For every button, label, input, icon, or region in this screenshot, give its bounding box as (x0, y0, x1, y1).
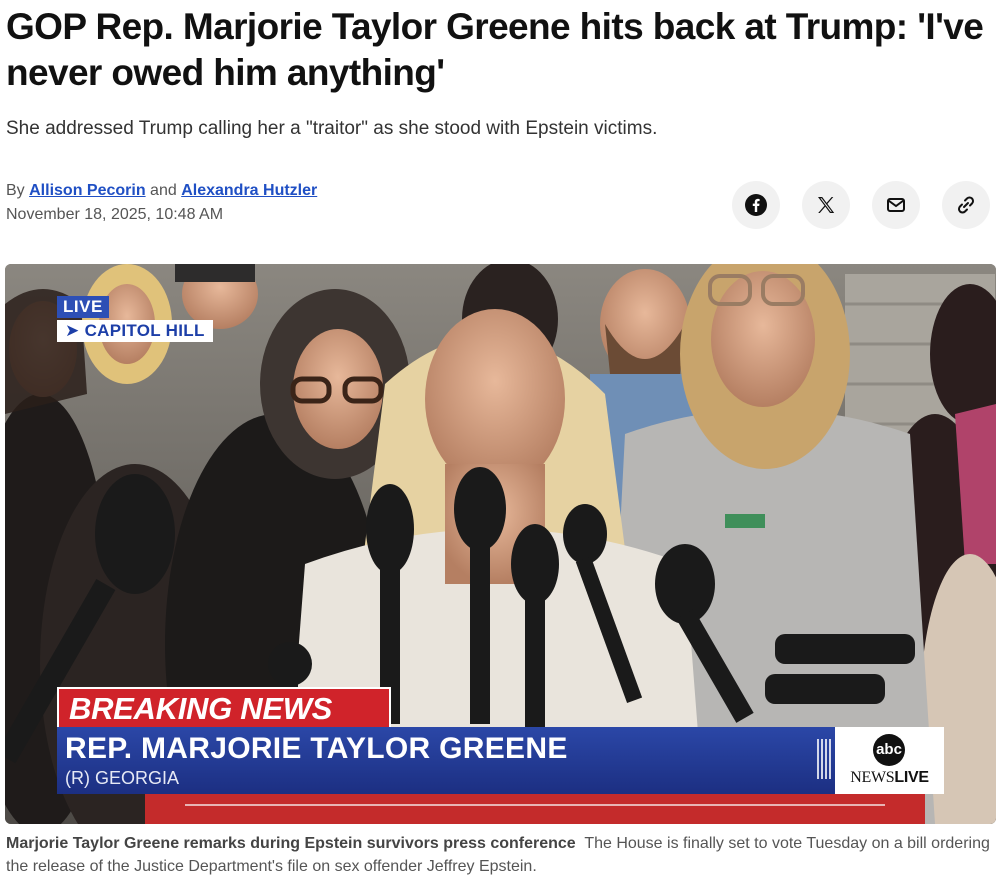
lower-third-name: REP. MARJORIE TAYLOR GREENE (65, 732, 568, 765)
live-badge: LIVE (57, 296, 109, 318)
location-badge: ➤ CAPITOL HILL (57, 320, 213, 342)
breaking-news-banner: BREAKING NEWS (57, 687, 391, 727)
image-caption: Marjorie Taylor Greene remarks during Ep… (6, 832, 996, 878)
caption-title: Marjorie Taylor Greene remarks during Ep… (6, 835, 576, 852)
link-icon (957, 196, 975, 214)
mail-icon (887, 198, 905, 212)
podium-sign (145, 794, 925, 824)
lower-third: REP. MARJORIE TAYLOR GREENE (R) GEORGIA (57, 727, 835, 794)
copy-link-button[interactable] (942, 181, 990, 229)
news-live-wordmark: NEWSLIVE (835, 768, 944, 788)
article-headline: GOP Rep. Marjorie Taylor Greene hits bac… (6, 6, 984, 93)
abc-logo-icon: abc (873, 734, 905, 766)
facebook-icon (745, 194, 767, 216)
article-subheadline: She addressed Trump calling her a "trait… (6, 118, 658, 139)
live-word: LIVE (894, 769, 929, 786)
x-icon (818, 197, 835, 213)
byline-joiner: and (150, 182, 177, 199)
video-player[interactable]: LIVE ➤ CAPITOL HILL BREAKING NEWS REP. M… (5, 264, 996, 824)
byline-prefix: By (6, 182, 25, 199)
news-word: NEWS (850, 769, 895, 786)
live-indicator: LIVE ➤ CAPITOL HILL (57, 296, 213, 342)
network-logo: abc NEWSLIVE (835, 727, 944, 794)
byline: By Allison Pecorin and Alexandra Hutzler (6, 180, 317, 202)
lower-third-subtitle: (R) GEORGIA (65, 768, 180, 788)
breaking-news-label: BREAKING NEWS (69, 691, 333, 726)
author-link-1[interactable]: Allison Pecorin (29, 182, 145, 199)
author-link-2[interactable]: Alexandra Hutzler (181, 182, 317, 199)
share-email-button[interactable] (872, 181, 920, 229)
publish-date: November 18, 2025, 10:48 AM (6, 206, 224, 223)
share-facebook-button[interactable] (732, 181, 780, 229)
share-x-button[interactable] (802, 181, 850, 229)
lower-third-stripes (817, 739, 833, 779)
